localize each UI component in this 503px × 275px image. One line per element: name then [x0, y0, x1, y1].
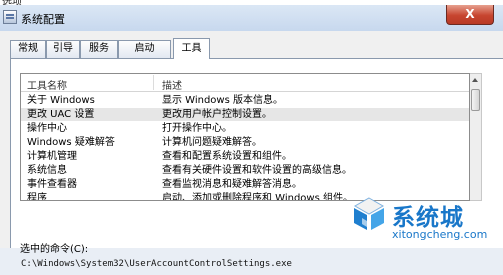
scroll-up-arrow-icon[interactable]	[470, 74, 481, 86]
site-watermark: 系统城 xitongcheng.com	[349, 192, 503, 248]
tool-description-cell: 启动、添加或删除程序和 Windows 组件。	[162, 193, 353, 201]
tab-services[interactable]: 服务	[80, 40, 118, 58]
tool-description-cell: 计算机问题疑难解答。	[162, 137, 262, 148]
tool-description-cell: 查看监视消息和疑难解答消息。	[162, 179, 302, 190]
selected-command-field[interactable]: C:\Windows\System32\UserAccountControlSe…	[21, 259, 321, 275]
table-row[interactable]: 更改 UAC 设置 更改用户帐户控制设置。	[21, 108, 469, 121]
tool-name-cell: 事件查看器	[27, 179, 77, 190]
watermark-logo-icon	[351, 197, 387, 234]
system-config-icon	[3, 10, 17, 24]
table-row[interactable]: 关于 Windows 显示 Windows 版本信息。	[21, 94, 469, 107]
tool-name-cell: Windows 疑难解答	[27, 137, 115, 148]
table-row[interactable]: Windows 疑难解答 计算机问题疑难解答。	[21, 136, 469, 149]
tool-description-cell: 更改用户帐户控制设置。	[162, 109, 272, 120]
tab-startup[interactable]: 启动	[118, 40, 171, 58]
tool-name-cell: 操作中心	[27, 123, 67, 134]
scroll-thumb[interactable]	[471, 89, 480, 111]
tool-description-cell: 显示 Windows 版本信息。	[162, 95, 283, 106]
watermark-text: 系统城	[392, 205, 464, 231]
tool-name-cell: 计算机管理	[27, 151, 77, 162]
tool-name-cell: 关于 Windows	[27, 95, 95, 106]
tools-list[interactable]: 工具名称 描述 关于 Windows 显示 Windows 版本信息。更改 UAC…	[20, 73, 470, 201]
tool-description-cell: 打开操作中心。	[162, 123, 232, 134]
table-row[interactable]: 系统信息 查看有关硬件设置和软件设置的高级信息。	[21, 164, 469, 177]
tab-general[interactable]: 常规	[10, 40, 46, 58]
vertical-scrollbar[interactable]	[470, 73, 482, 201]
title-bar: 系统配置 X	[0, 5, 503, 31]
window-title: 系统配置	[21, 13, 65, 26]
column-separator[interactable]	[153, 75, 154, 90]
table-row[interactable]: 计算机管理 查看和配置系统设置和组件。	[21, 150, 469, 163]
column-header-description[interactable]: 描述	[162, 77, 182, 92]
tool-name-cell: 程序	[27, 193, 47, 201]
tab-boot[interactable]: 引导	[46, 40, 80, 58]
list-header: 工具名称 描述	[21, 74, 469, 92]
tool-name-cell: 更改 UAC 设置	[27, 109, 95, 120]
tool-name-cell: 系统信息	[27, 165, 67, 176]
table-row[interactable]: 操作中心 打开操作中心。	[21, 122, 469, 135]
tab-tools[interactable]: 工具	[173, 38, 210, 59]
watermark-url: xitongcheng.com	[392, 228, 488, 241]
column-header-tool-name[interactable]: 工具名称	[27, 77, 67, 92]
tool-description-cell: 查看有关硬件设置和软件设置的高级信息。	[162, 165, 352, 176]
table-row[interactable]: 事件查看器 查看监视消息和疑难解答消息。	[21, 178, 469, 191]
close-button[interactable]: X	[446, 5, 494, 25]
tool-description-cell: 查看和配置系统设置和组件。	[162, 151, 292, 162]
